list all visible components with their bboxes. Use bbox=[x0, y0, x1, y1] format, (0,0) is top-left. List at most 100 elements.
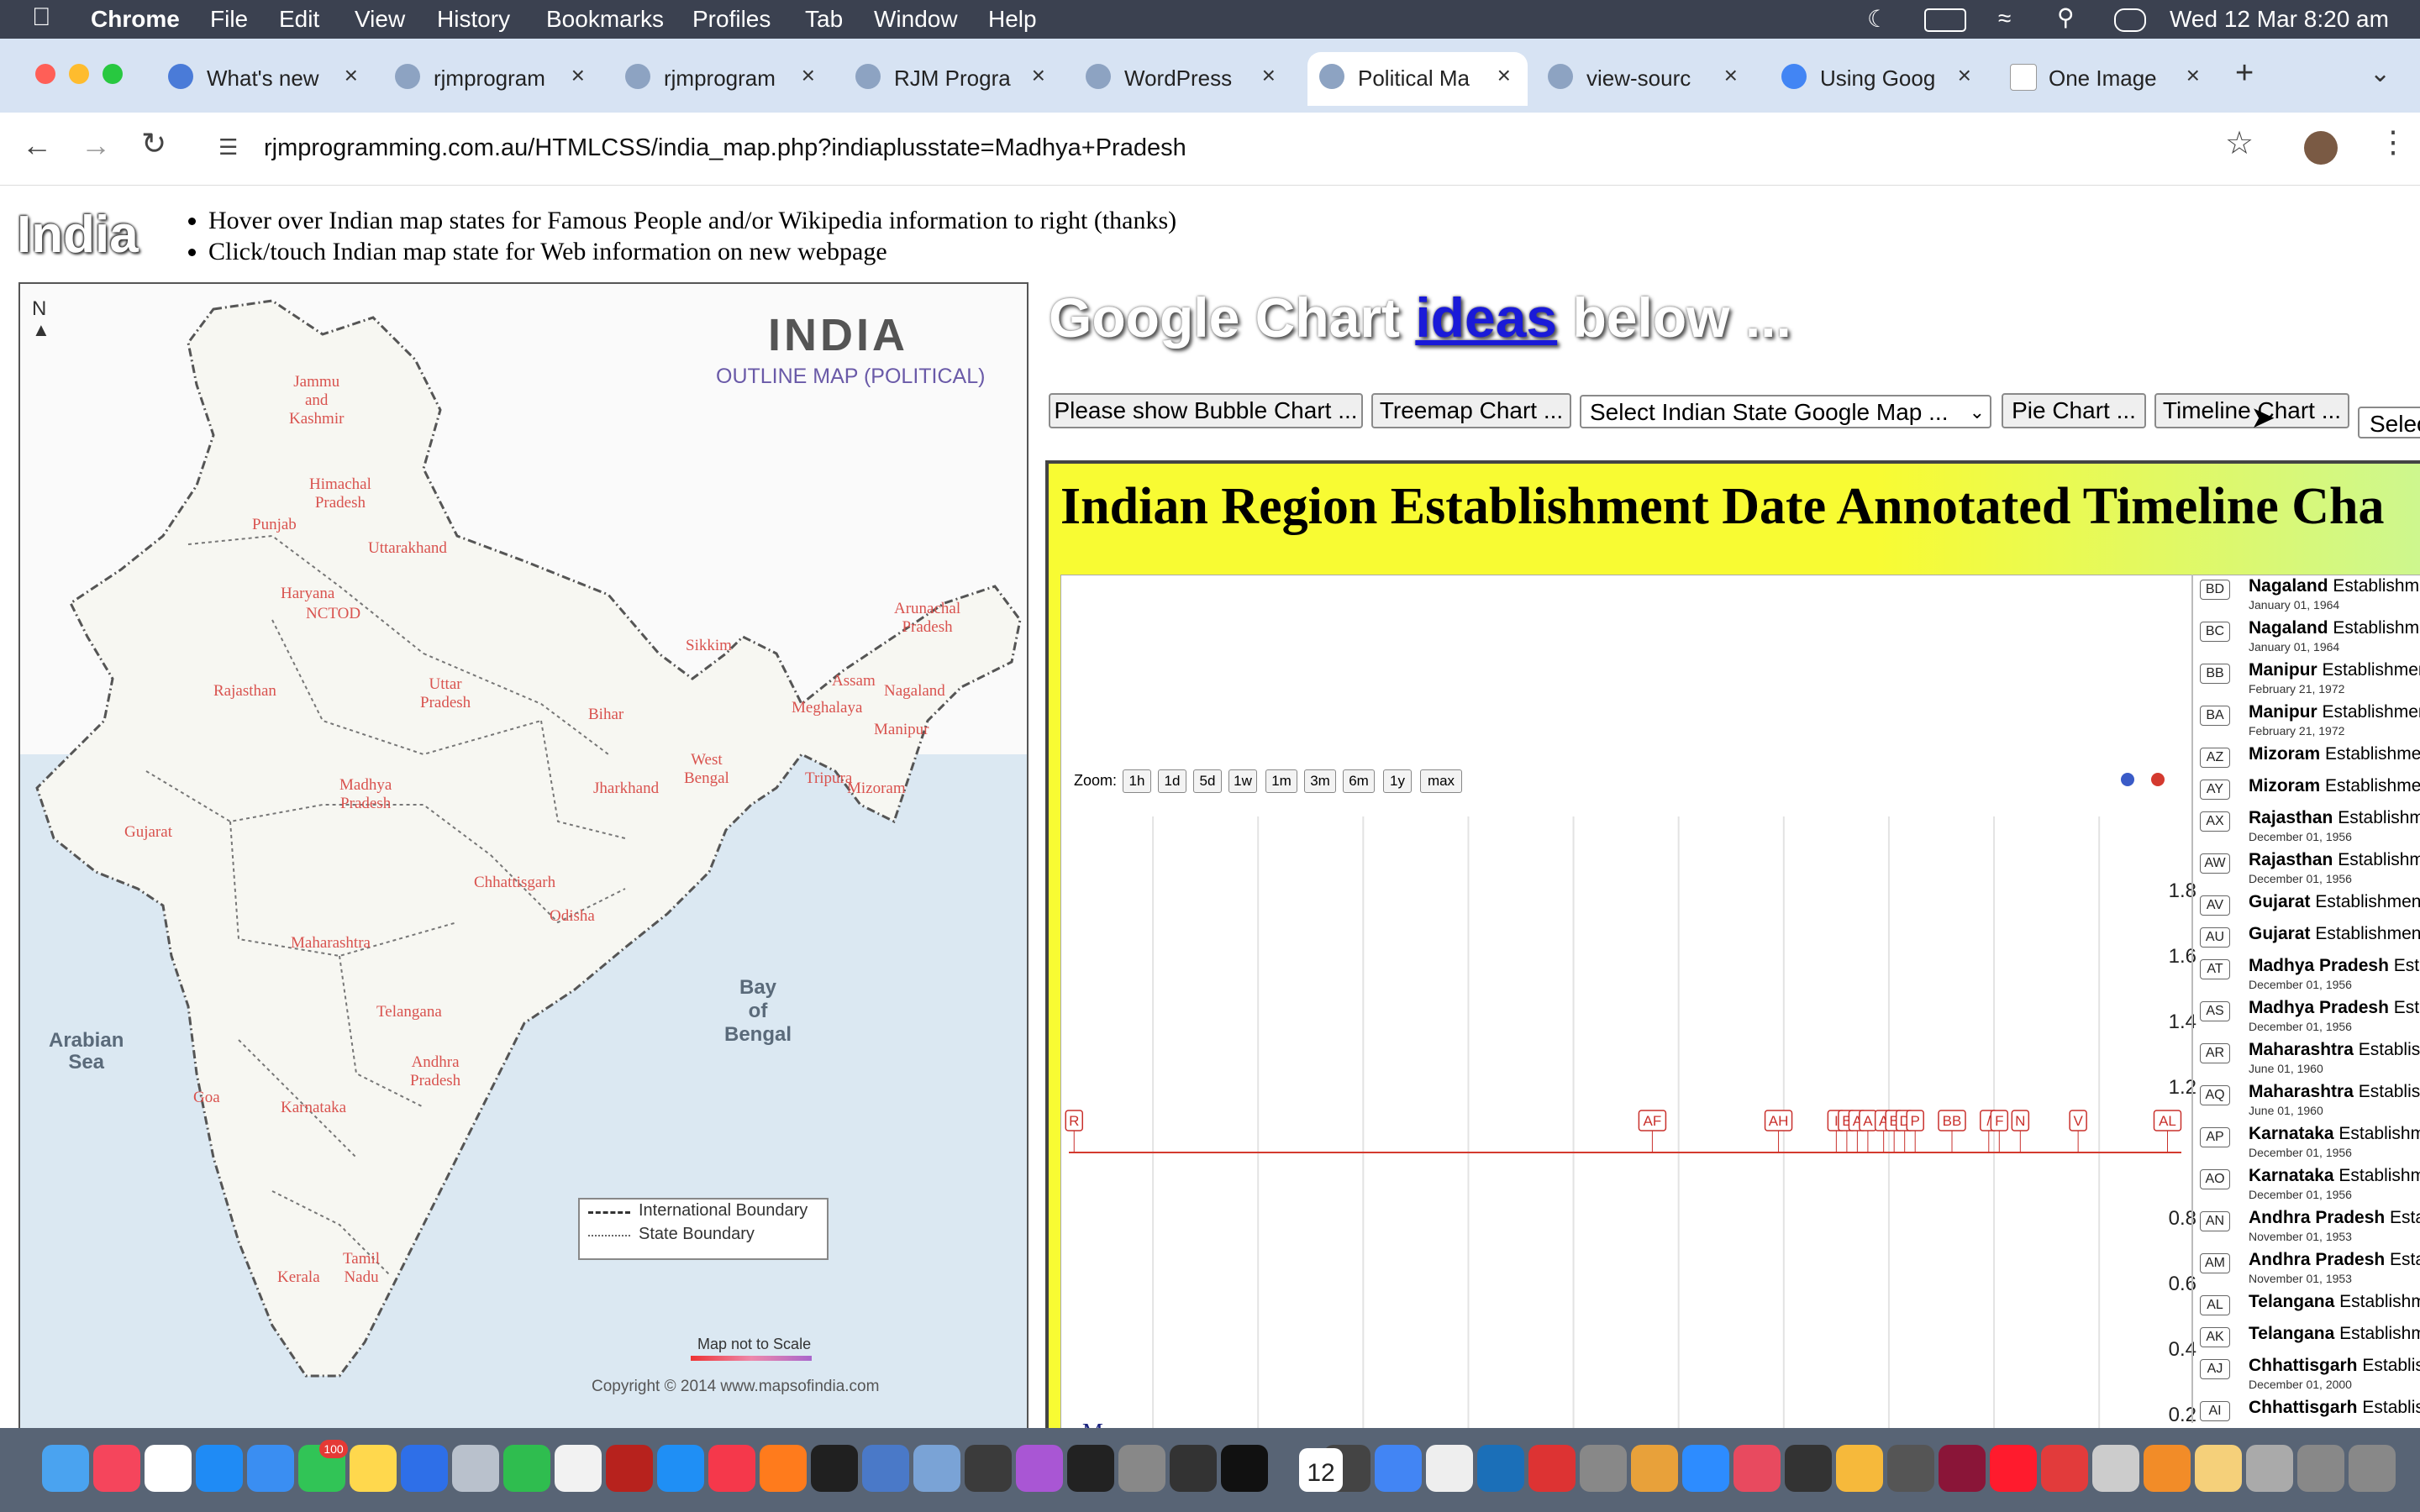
app-store-icon[interactable] bbox=[657, 1445, 704, 1492]
state-google-map-select[interactable]: Select Indian State Google Map ... ⌄ bbox=[1580, 395, 1991, 428]
map-label-himachal-pradesh[interactable]: Himachal Pradesh bbox=[309, 475, 371, 512]
filezilla-icon[interactable] bbox=[606, 1445, 653, 1492]
tab-political-map[interactable]: Political Ma × bbox=[1307, 52, 1528, 106]
photo-booth-icon[interactable] bbox=[1939, 1445, 1986, 1492]
select-cut-off[interactable]: Selec bbox=[2358, 407, 2420, 438]
battery-icon[interactable] bbox=[1924, 8, 1966, 32]
music-icon[interactable] bbox=[93, 1445, 140, 1492]
annotation-row[interactable]: BC Nagaland Establishme January 01, 1964 bbox=[2195, 617, 2420, 659]
books-icon[interactable] bbox=[2195, 1445, 2242, 1492]
close-icon[interactable]: × bbox=[1032, 62, 1045, 89]
tab-rjm-programming[interactable]: RJM Progra × bbox=[855, 52, 1045, 106]
keychain-icon[interactable] bbox=[1118, 1445, 1165, 1492]
timeline-plot-svg[interactable]: 1820184018601880190019201940196019802000… bbox=[1060, 808, 2203, 1428]
trash-icon[interactable] bbox=[2349, 1445, 2396, 1492]
tableplus-icon[interactable] bbox=[1836, 1445, 1883, 1492]
zoom-6m-button[interactable]: 6m bbox=[1343, 769, 1375, 793]
mail-icon[interactable] bbox=[247, 1445, 294, 1492]
map-label-manipur[interactable]: Manipur bbox=[874, 721, 929, 739]
map-label-haryana[interactable]: Haryana bbox=[281, 585, 334, 603]
menu-clock[interactable]: Wed 12 Mar 8:20 am bbox=[2170, 6, 2389, 33]
wifi-icon[interactable]: ≈ bbox=[1998, 5, 2011, 32]
terminal-3-icon[interactable] bbox=[1221, 1445, 1268, 1492]
menu-file[interactable]: File bbox=[210, 6, 248, 33]
menu-history[interactable]: History bbox=[437, 6, 510, 33]
annotation-row[interactable]: AR Maharashtra Establish June 01, 1960 bbox=[2195, 1038, 2420, 1080]
bubble-chart-button[interactable]: Please show Bubble Chart ... bbox=[1049, 393, 1363, 428]
elephant-icon[interactable] bbox=[1887, 1445, 1934, 1492]
annotation-row[interactable]: AT Madhya Pradesh Esta December 01, 1956 bbox=[2195, 954, 2420, 996]
map-label-jammu-kashmir[interactable]: Jammu and Kashmir bbox=[289, 373, 344, 428]
menu-view[interactable]: View bbox=[355, 6, 405, 33]
textedit-icon[interactable] bbox=[555, 1445, 602, 1492]
file-icon[interactable] bbox=[1426, 1445, 1473, 1492]
close-icon[interactable]: × bbox=[2186, 62, 2200, 89]
zoom-1w-button[interactable]: 1w bbox=[1228, 769, 1257, 793]
map-label-karnataka[interactable]: Karnataka bbox=[281, 1099, 346, 1117]
map-label-telangana[interactable]: Telangana bbox=[376, 1003, 442, 1021]
reload-icon[interactable]: ↻ bbox=[141, 126, 166, 161]
pie-chart-button[interactable]: Pie Chart ... bbox=[2002, 393, 2146, 428]
tab-search-chevron-icon[interactable]: ⌄ bbox=[2370, 59, 2391, 88]
annotation-row[interactable]: AZ Mizoram Establishmer bbox=[2195, 743, 2420, 774]
map-label-nctod[interactable]: NCTOD bbox=[306, 605, 360, 623]
zoom-1d-button[interactable]: 1d bbox=[1158, 769, 1186, 793]
map-label-jharkhand[interactable]: Jharkhand bbox=[593, 780, 659, 798]
profile-avatar[interactable] bbox=[2304, 131, 2338, 165]
annotation-row[interactable]: AM Andhra Pradesh Esta November 01, 1953 bbox=[2195, 1248, 2420, 1290]
map-label-nagaland[interactable]: Nagaland bbox=[884, 682, 945, 701]
tab-view-source[interactable]: view-sourc × bbox=[1548, 52, 1738, 106]
address-bar[interactable]: ☰ rjmprogramming.com.au/HTMLCSS/india_ma… bbox=[200, 124, 2233, 171]
archive-icon[interactable] bbox=[2297, 1445, 2344, 1492]
annotation-row[interactable]: AP Karnataka Establishme December 01, 1956 bbox=[2195, 1122, 2420, 1164]
menu-bookmarks[interactable]: Bookmarks bbox=[546, 6, 664, 33]
back-arrow-icon[interactable]: ← bbox=[22, 128, 52, 163]
annotation-row[interactable]: AO Karnataka Establishme December 01, 1956 bbox=[2195, 1164, 2420, 1206]
forward-arrow-icon[interactable]: → bbox=[81, 128, 111, 163]
map-label-tripura[interactable]: Tripura bbox=[805, 769, 852, 788]
close-icon[interactable]: × bbox=[1958, 62, 1971, 89]
pages-icon[interactable] bbox=[2144, 1445, 2191, 1492]
maps-app-icon[interactable] bbox=[1733, 1445, 1781, 1492]
menu-label[interactable]: Menu bbox=[1082, 1420, 1137, 1428]
map-label-andhra-pradesh[interactable]: Andhra Pradesh bbox=[410, 1053, 460, 1090]
terminal-icon[interactable] bbox=[1067, 1445, 1114, 1492]
close-icon[interactable]: × bbox=[802, 62, 815, 89]
script-editor-icon[interactable] bbox=[2092, 1445, 2139, 1492]
sketch-icon[interactable] bbox=[1631, 1445, 1678, 1492]
map-label-tamil-nadu[interactable]: Tamil Nadu bbox=[343, 1250, 380, 1287]
tab-wordpress[interactable]: WordPress × bbox=[1086, 52, 1276, 106]
facetime-icon[interactable] bbox=[503, 1445, 550, 1492]
zoom-window-button[interactable] bbox=[103, 64, 123, 84]
menu-edit[interactable]: Edit bbox=[279, 6, 319, 33]
menu-help[interactable]: Help bbox=[988, 6, 1037, 33]
treemap-chart-button[interactable]: Treemap Chart ... bbox=[1371, 393, 1571, 428]
chrome-icon[interactable] bbox=[1375, 1445, 1422, 1492]
annotation-row[interactable]: AN Andhra Pradesh Esta November 01, 1953 bbox=[2195, 1206, 2420, 1248]
zoom-1m-button[interactable]: 1m bbox=[1265, 769, 1297, 793]
terminal-2-icon[interactable] bbox=[1170, 1445, 1217, 1492]
map-label-bihar[interactable]: Bihar bbox=[588, 706, 623, 724]
zoom-1y-button[interactable]: 1y bbox=[1383, 769, 1412, 793]
close-icon[interactable]: × bbox=[1724, 62, 1738, 89]
tab-whats-new[interactable]: What's new × bbox=[168, 52, 358, 106]
menu-window[interactable]: Window bbox=[874, 6, 958, 33]
map-label-sikkim[interactable]: Sikkim bbox=[686, 637, 732, 655]
safari-icon[interactable] bbox=[196, 1445, 243, 1492]
opera-icon[interactable] bbox=[1990, 1445, 2037, 1492]
preview-icon[interactable] bbox=[913, 1445, 960, 1492]
reminders-icon[interactable] bbox=[145, 1445, 192, 1492]
map-label-uttar-pradesh[interactable]: Uttar Pradesh bbox=[420, 675, 471, 712]
bbedit-icon[interactable] bbox=[965, 1445, 1012, 1492]
menu-profiles[interactable]: Profiles bbox=[692, 6, 771, 33]
map-label-chhattisgarh[interactable]: Chhattisgarh bbox=[474, 874, 555, 892]
close-icon[interactable]: × bbox=[345, 62, 358, 89]
annotation-row[interactable]: BB Manipur Establishmen February 21, 1972 bbox=[2195, 659, 2420, 701]
map-label-madhya-pradesh[interactable]: Madhya Pradesh bbox=[339, 776, 392, 813]
annotation-row[interactable]: AY Mizoram Establishmer bbox=[2195, 774, 2420, 806]
zoom-max-button[interactable]: max bbox=[1420, 769, 1462, 793]
close-icon[interactable]: × bbox=[571, 62, 585, 89]
map-label-mizoram[interactable]: Mizoram bbox=[847, 780, 906, 798]
launchpad-icon[interactable] bbox=[452, 1445, 499, 1492]
intellij-icon[interactable] bbox=[1528, 1445, 1576, 1492]
